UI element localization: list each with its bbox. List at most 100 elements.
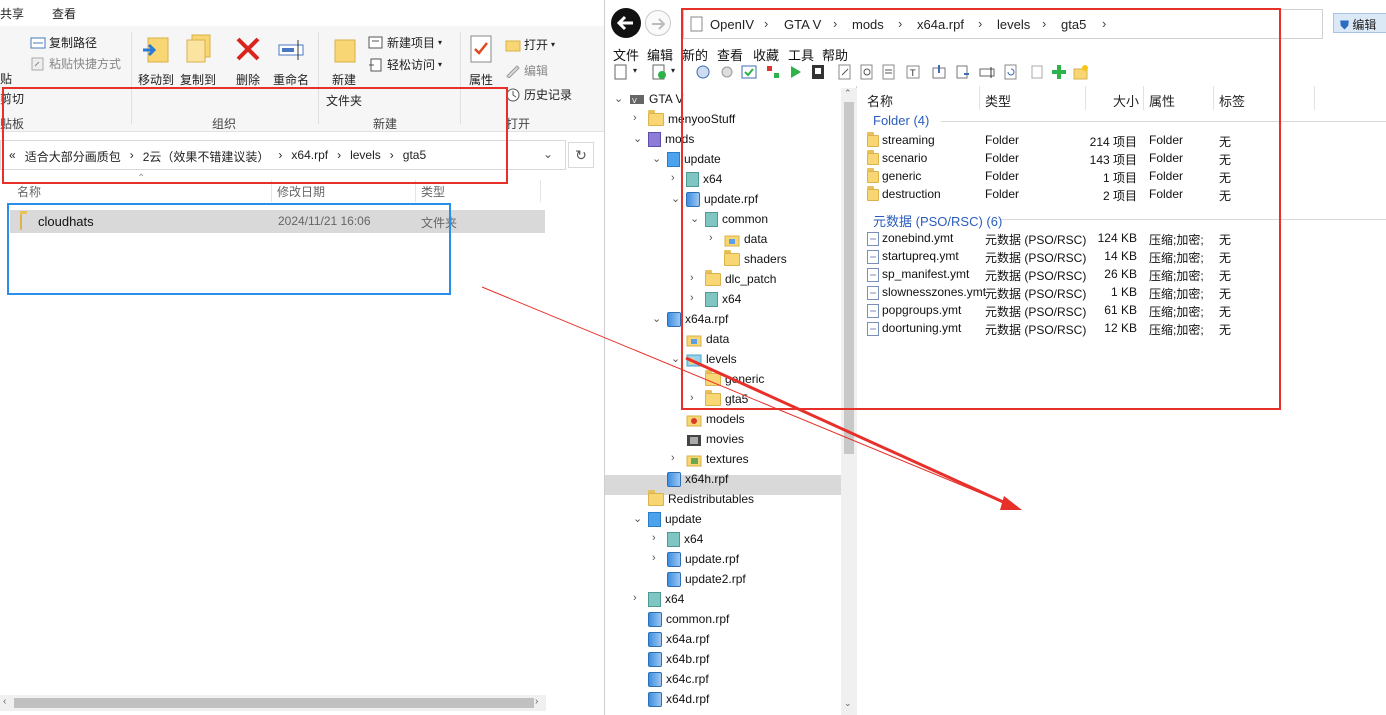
scrollbar-thumb[interactable] [14,698,534,708]
dropdown-arrow-icon[interactable]: ▾ [633,66,637,75]
chevron-down-icon[interactable]: ⌄ [671,192,680,205]
tree-item[interactable]: update.rpf [667,549,739,569]
chevron-down-icon[interactable]: ⌄ [543,147,553,161]
refresh-button[interactable]: ↻ [568,142,594,168]
tree-item[interactable]: textures [686,449,749,469]
gear-icon[interactable] [719,64,735,80]
menu-tools[interactable]: 工具 [788,45,814,64]
chevron-down-icon[interactable]: ⌄ [614,92,623,105]
tree-item[interactable]: levels [686,349,737,369]
scroll-right-icon[interactable]: › [535,696,538,707]
file-row[interactable]: popgroups.ymt 元数据 (PSO/RSC) 61 KB 压缩;加密; 无 [867,302,1367,320]
tree-item[interactable]: x64 [667,529,703,549]
edit-doc-icon[interactable] [837,64,853,80]
tree-item[interactable]: models [686,409,745,429]
chevron-right-icon[interactable]: › [690,392,694,404]
tree-item[interactable]: V GTA V [629,89,683,109]
properties-button[interactable]: 属性 [464,32,498,88]
chevron-down-icon[interactable]: ⌄ [690,212,699,225]
tree-item[interactable]: movies [686,429,744,449]
tab-share[interactable]: 共享 [0,5,24,22]
edit-button[interactable]: 编辑 [505,62,548,79]
easy-access-button[interactable]: 轻松访问 ▾ [368,56,442,73]
scroll-down-icon[interactable]: ⌄ [844,698,852,709]
breadcrumb-item[interactable]: gta5 [1061,17,1086,32]
horizontal-scrollbar[interactable]: ‹ › [0,695,546,711]
tree-item[interactable]: common.rpf [648,609,729,629]
tree-icon[interactable] [765,64,781,80]
new-file-icon[interactable] [613,64,629,80]
column-divider[interactable] [1085,86,1086,110]
new-item-button[interactable]: 新建项目 ▾ [368,34,442,51]
chevron-down-icon[interactable]: ⌄ [671,352,680,365]
rename-button[interactable]: 重命名 [270,32,312,88]
rename-item-icon[interactable] [979,64,995,80]
group-header-folders[interactable]: Folder (4) [873,113,929,128]
settings-icon[interactable] [695,64,711,80]
import-icon[interactable] [931,64,947,80]
tree-item[interactable]: x64h.rpf [667,469,728,489]
tree-item[interactable]: gta5 [705,389,748,409]
edit-mode-button[interactable]: ⛊ 编辑 [1333,13,1386,33]
tree-item[interactable]: x64 [648,589,684,609]
tree-item[interactable]: x64 [705,289,741,309]
search-doc-icon[interactable] [859,64,875,80]
chevron-right-icon[interactable]: › [633,112,637,124]
tree-vertical-scrollbar[interactable]: ⌃ ⌄ [841,88,857,715]
column-size[interactable]: 大小 [1113,91,1139,110]
folder-row[interactable]: destruction Folder 2 项目 Folder 无 [867,186,1367,204]
column-type[interactable]: 类型 [421,183,445,200]
menu-file[interactable]: 文件 [613,45,639,64]
replace-icon[interactable] [955,64,971,80]
address-crumb[interactable]: levels [350,148,381,165]
refresh-icon[interactable] [1003,64,1019,80]
tree-item[interactable]: data [686,329,729,349]
history-button[interactable]: 历史记录 [505,86,572,103]
dropdown-arrow-icon[interactable]: ▾ [671,66,675,75]
tree-item[interactable]: Redistributables [648,489,754,509]
breadcrumb-item[interactable]: OpenIV [710,17,754,32]
delete-button[interactable]: 删除 [231,32,265,88]
group-header-metadata[interactable]: 元数据 (PSO/RSC) (6) [873,211,1002,230]
tree-item[interactable]: x64a.rpf [667,309,728,329]
back-button[interactable] [611,8,641,38]
open-button[interactable]: 打开 ▾ [505,36,555,53]
folder-row[interactable]: generic Folder 1 项目 Folder 无 [867,168,1367,186]
address-overflow-icon[interactable]: « [9,148,16,165]
export-icon[interactable] [810,64,826,80]
column-name[interactable]: 名称 [17,183,41,200]
column-divider[interactable] [1213,86,1214,110]
menu-favorites[interactable]: 收藏 [753,45,779,64]
window-check-icon[interactable] [741,64,757,80]
forward-button[interactable] [645,10,671,36]
chevron-right-icon[interactable]: › [690,272,694,284]
tree-item[interactable]: generic [705,369,764,389]
folder-row[interactable]: scenario Folder 143 项目 Folder 无 [867,150,1367,168]
column-divider[interactable] [979,86,980,110]
tree-item[interactable]: update [667,149,721,169]
chevron-right-icon[interactable]: › [652,552,656,564]
openiv-breadcrumb[interactable]: OpenIV › GTA V › mods › x64a.rpf › level… [683,9,1323,39]
scroll-up-icon[interactable]: ⌃ [844,88,852,99]
tree-item[interactable]: data [724,229,767,249]
tree-item[interactable]: update.rpf [686,189,758,209]
file-row[interactable]: doortuning.ymt 元数据 (PSO/RSC) 12 KB 压缩;加密; 无 [867,320,1367,338]
column-name[interactable]: 名称 [867,91,893,110]
new-folder-button[interactable]: 新建 文件夹 [324,32,364,109]
column-type[interactable]: 类型 [985,91,1011,110]
address-crumb[interactable]: gta5 [403,148,426,165]
tree-item[interactable]: x64 [686,169,722,189]
breadcrumb-item[interactable]: levels [997,17,1030,32]
chevron-right-icon[interactable]: › [652,532,656,544]
breadcrumb-item[interactable]: mods [852,17,884,32]
menu-new[interactable]: 新的 [682,45,708,64]
address-bar[interactable]: « 适合大部分画质包 › 2云（效果不错建议装） › x64.rpf › lev… [0,140,566,170]
menu-view[interactable]: 查看 [717,45,743,64]
tree-item[interactable]: update [648,509,702,529]
tree-item[interactable]: shaders [724,249,787,269]
breadcrumb-item[interactable]: GTA V [784,17,821,32]
tree-item[interactable]: update2.rpf [667,569,746,589]
chevron-down-icon[interactable]: ⌄ [652,152,661,165]
chevron-right-icon[interactable]: › [690,292,694,304]
copy-path-button[interactable]: 复制路径 [30,34,97,51]
